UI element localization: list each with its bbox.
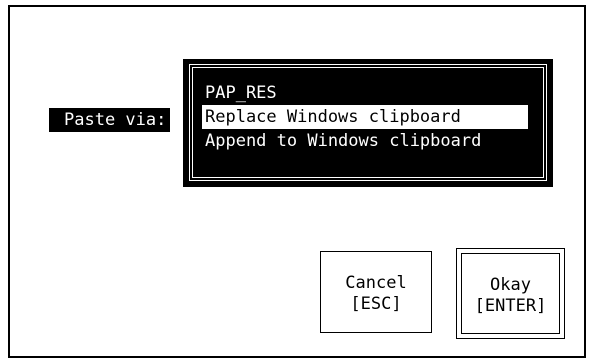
paste-method-listbox[interactable]: PAP_RES Replace Windows clipboard Append… <box>183 59 553 187</box>
paste-via-label: Paste via: <box>49 108 171 132</box>
list-item-replace-clipboard[interactable]: Replace Windows clipboard <box>202 105 528 129</box>
okay-button[interactable]: Okay [ENTER] <box>456 248 565 339</box>
okay-button-shortcut: [ENTER] <box>474 296 547 316</box>
list-item-pap-res[interactable]: PAP_RES <box>205 81 277 105</box>
okay-button-label: Okay <box>490 275 531 295</box>
cancel-button[interactable]: Cancel [ESC] <box>320 251 432 333</box>
cancel-button-shortcut: [ESC] <box>350 294 402 314</box>
list-item-append-clipboard[interactable]: Append to Windows clipboard <box>205 129 481 153</box>
cancel-button-label: Cancel <box>345 273 407 293</box>
